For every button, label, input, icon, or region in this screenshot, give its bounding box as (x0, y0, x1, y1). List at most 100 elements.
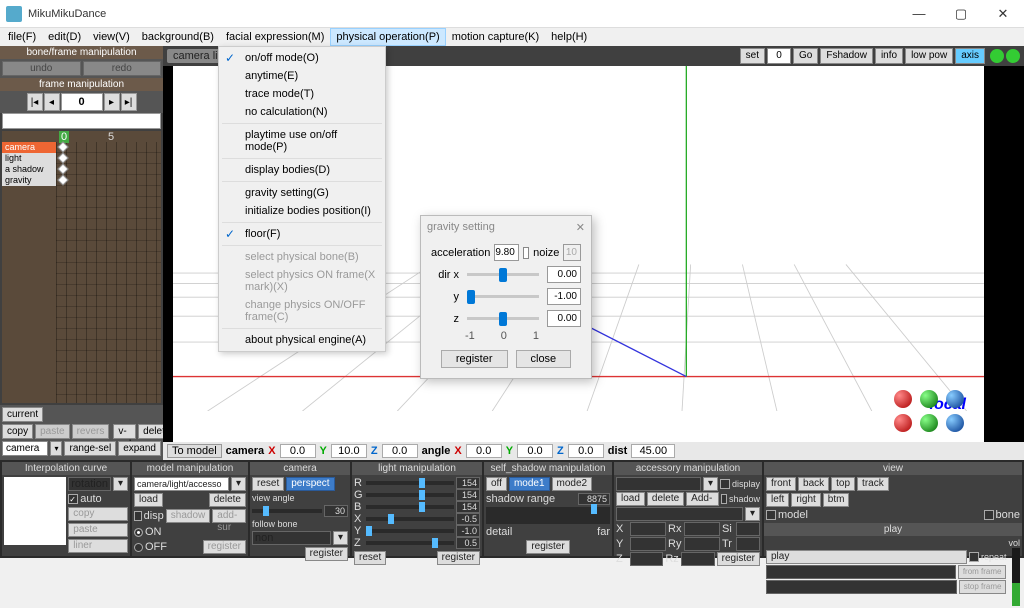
model-select[interactable]: camera/light/accesso (134, 477, 229, 491)
off-radio[interactable] (134, 543, 143, 552)
on-radio[interactable] (134, 528, 143, 537)
menu-item[interactable]: no calculation(N) (221, 103, 383, 121)
menu-facial-expression[interactable]: facial expression(M) (220, 28, 330, 46)
keyframe-icon[interactable] (57, 141, 68, 152)
menu-item[interactable]: playtime use on/off mode(P) (221, 126, 383, 156)
interp-paste-button[interactable]: paste (68, 523, 128, 537)
menu-item[interactable]: ✓on/off mode(O) (221, 49, 383, 67)
disp-checkbox[interactable] (134, 511, 142, 521)
track-label-gravity[interactable]: gravity (2, 175, 56, 186)
menu-view[interactable]: view(V) (87, 28, 136, 46)
dist-field[interactable]: 45.00 (631, 444, 675, 458)
set-value-field[interactable]: 0 (767, 48, 791, 64)
menu-item[interactable]: trace mode(T) (221, 85, 383, 103)
volume-slider[interactable] (1012, 548, 1020, 606)
auto-checkbox[interactable] (68, 494, 78, 504)
menu-item[interactable]: ✓floor(F) (221, 225, 383, 243)
dialog-close-icon[interactable]: ✕ (576, 221, 585, 234)
axis-button[interactable]: axis (955, 48, 985, 64)
move-icon[interactable] (1006, 49, 1020, 63)
dirx-field[interactable]: 0.00 (547, 266, 581, 283)
menu-file[interactable]: file(F) (2, 28, 42, 46)
dirz-slider[interactable] (467, 317, 539, 320)
menu-item[interactable]: about physical engine(A) (221, 331, 383, 349)
expand-button[interactable]: expand (118, 441, 161, 456)
angle-y-field[interactable]: 0.0 (517, 444, 553, 458)
info-button[interactable]: info (875, 48, 903, 64)
frame-next-button[interactable]: ▸ (104, 93, 120, 111)
dirz-field[interactable]: 0.00 (547, 310, 581, 327)
acc-select[interactable] (616, 477, 701, 491)
menu-item[interactable]: gravity setting(G) (221, 184, 383, 202)
camera-x-field[interactable]: 0.0 (280, 444, 316, 458)
paste-button[interactable]: paste (35, 424, 69, 439)
vsel-button[interactable]: v-sel (113, 424, 136, 439)
keyframe-icon[interactable] (57, 174, 68, 185)
lowpow-button[interactable]: low pow (905, 48, 953, 64)
acceleration-field[interactable]: 9.80 (494, 244, 518, 261)
close-button[interactable]: ✕ (982, 0, 1024, 28)
camera-register-button[interactable]: register (305, 547, 348, 561)
interp-mode-select[interactable]: rotation (68, 477, 111, 491)
gravity-close-button[interactable]: close (516, 350, 572, 368)
shadow-range-slider[interactable] (486, 507, 610, 524)
track-row[interactable] (56, 142, 161, 153)
diry-field[interactable]: -1.00 (547, 288, 581, 305)
camera-z-field[interactable]: 0.0 (382, 444, 418, 458)
track-row[interactable] (56, 164, 161, 175)
camera-reset-button[interactable]: reset (252, 477, 284, 491)
interp-canvas[interactable] (4, 477, 66, 545)
to-model-button[interactable]: To model (167, 444, 222, 458)
maximize-button[interactable]: ▢ (940, 0, 982, 28)
revers-button[interactable]: revers (72, 424, 110, 439)
track-label-shadow[interactable]: a shadow (2, 164, 56, 175)
dirx-slider[interactable] (467, 273, 539, 276)
menu-help[interactable]: help(H) (545, 28, 593, 46)
menu-physical-operation[interactable]: physical operation(P) (330, 28, 445, 46)
follow-bone-select[interactable]: non (252, 531, 331, 545)
frame-prev-button[interactable]: ◂ (44, 93, 60, 111)
angle-x-field[interactable]: 0.0 (466, 444, 502, 458)
frame-number-field[interactable]: 0 (61, 93, 103, 111)
camera-y-field[interactable]: 10.0 (331, 444, 367, 458)
frame-first-button[interactable]: |◂ (27, 93, 43, 111)
go-button[interactable]: Go (793, 48, 818, 64)
model-load-button[interactable]: load (134, 493, 163, 507)
menu-item[interactable]: anytime(E) (221, 67, 383, 85)
model-register-button[interactable]: register (203, 540, 246, 554)
perspect-button[interactable]: perspect (286, 477, 334, 491)
track-row[interactable] (56, 175, 161, 186)
redo-button[interactable]: redo (83, 61, 162, 76)
track-row[interactable] (56, 153, 161, 164)
noize-checkbox[interactable] (523, 247, 529, 259)
range-sel-button[interactable]: range-sel (64, 441, 116, 456)
interp-copy-button[interactable]: copy (68, 507, 128, 521)
keyframe-icon[interactable] (57, 152, 68, 163)
frame-last-button[interactable]: ▸| (121, 93, 137, 111)
view-angle-slider[interactable] (252, 509, 322, 513)
minimize-button[interactable]: — (898, 0, 940, 28)
diry-slider[interactable] (467, 295, 539, 298)
fshadow-button[interactable]: Fshadow (820, 48, 873, 64)
keyframe-icon[interactable] (57, 163, 68, 174)
rotation-gizmo[interactable] (890, 390, 970, 436)
menu-item[interactable]: display bodies(D) (221, 161, 383, 179)
undo-button[interactable]: undo (2, 61, 81, 76)
menu-item[interactable]: initialize bodies position(I) (221, 202, 383, 220)
menu-motion-capture[interactable]: motion capture(K) (446, 28, 545, 46)
track-target-dropdown[interactable]: ▾ (50, 441, 62, 456)
track-target-field[interactable]: camera (2, 441, 48, 456)
timeline-scrollbar[interactable] (2, 113, 161, 129)
model-delete-button[interactable]: delete (209, 493, 246, 507)
menu-edit[interactable]: edit(D) (42, 28, 87, 46)
track-label-light[interactable]: light (2, 153, 56, 164)
interp-liner-button[interactable]: liner (68, 539, 128, 553)
current-button[interactable]: current (2, 407, 43, 422)
set-button[interactable]: set (740, 48, 765, 64)
menu-background[interactable]: background(B) (136, 28, 220, 46)
magnify-icon[interactable] (990, 49, 1004, 63)
track-label-camera[interactable]: camera (2, 142, 56, 153)
angle-z-field[interactable]: 0.0 (568, 444, 604, 458)
gravity-register-button[interactable]: register (441, 350, 508, 368)
copy-button[interactable]: copy (2, 424, 33, 439)
